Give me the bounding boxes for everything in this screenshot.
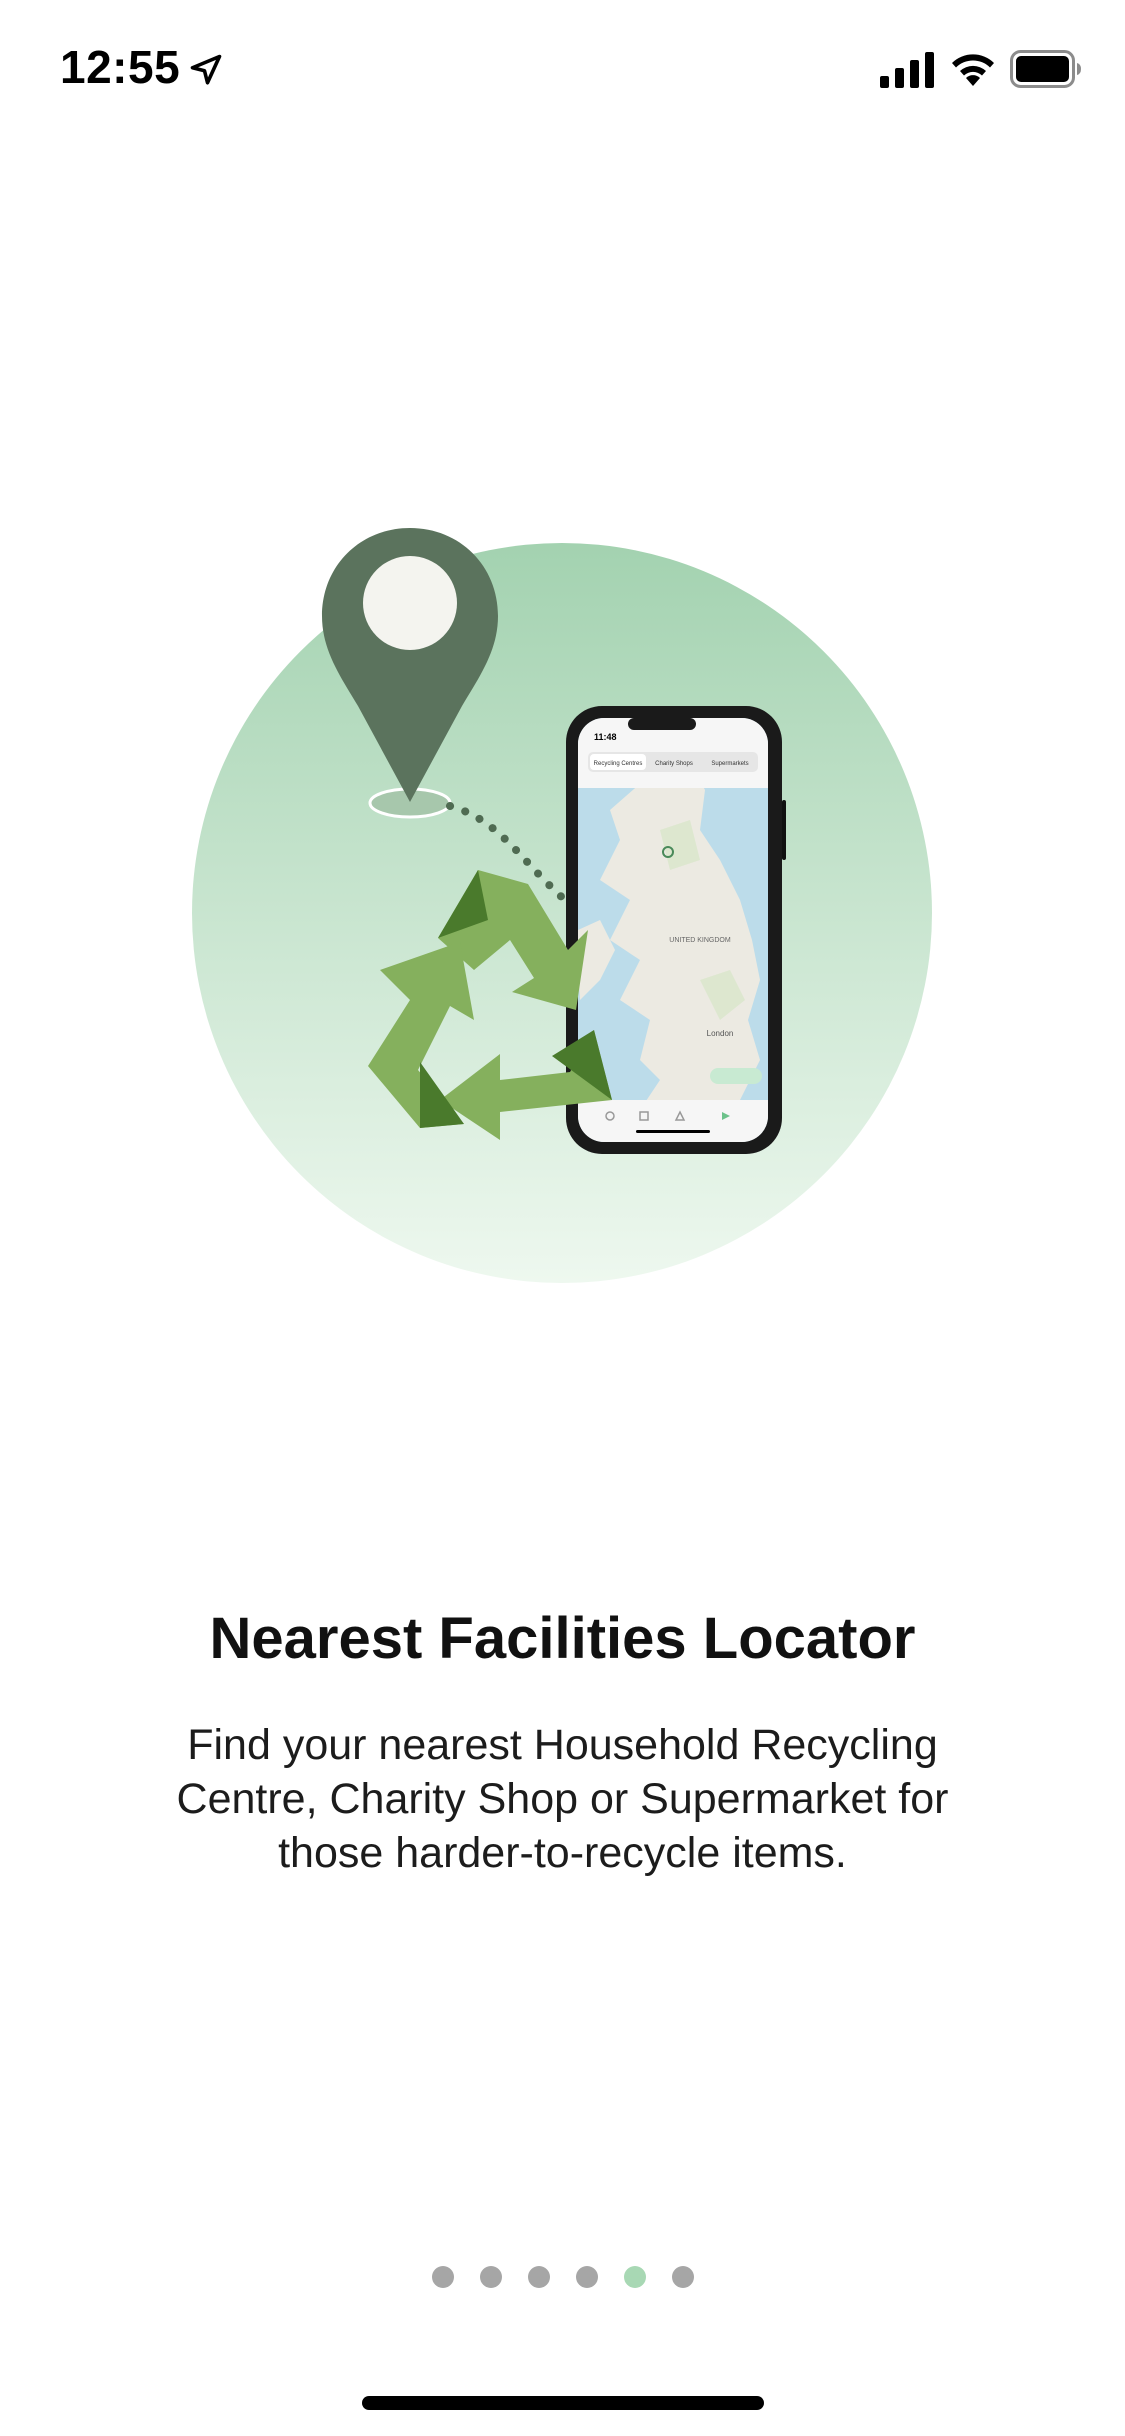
cellular-signal-icon bbox=[880, 52, 934, 88]
page-dot-4[interactable] bbox=[575, 2266, 598, 2288]
home-indicator[interactable] bbox=[362, 2396, 764, 2410]
phone-tab-charity: Charity Shops bbox=[655, 761, 693, 767]
page-dot-2[interactable] bbox=[479, 2266, 502, 2288]
location-arrow-icon bbox=[190, 54, 222, 85]
page-description: Find your nearest Household Recycling Ce… bbox=[176, 1721, 949, 1877]
page-title: Nearest Facilities Locator bbox=[209, 1606, 916, 1671]
phone-tab-supermarkets: Supermarkets bbox=[711, 761, 748, 767]
phone-tab-recycling: Recycling Centres bbox=[594, 761, 643, 767]
background-circle bbox=[192, 543, 932, 1283]
page-indicator[interactable] bbox=[0, 2266, 1125, 2288]
wifi-icon bbox=[952, 54, 994, 86]
page-dot-5-active[interactable] bbox=[623, 2266, 646, 2288]
onboarding-screen: 12:55 11:48 Recycling Centres Charity Sh… bbox=[0, 0, 1125, 2436]
phone-time: 11:48 bbox=[594, 732, 617, 742]
map-label-london: London bbox=[707, 1029, 734, 1038]
map-label-uk: UNITED KINGDOM bbox=[669, 937, 731, 944]
page-dot-6[interactable] bbox=[671, 2266, 694, 2288]
battery-icon bbox=[1010, 50, 1081, 88]
page-dot-1[interactable] bbox=[431, 2266, 454, 2288]
locator-illustration: 11:48 Recycling Centres Charity Shops Su… bbox=[192, 528, 932, 1283]
status-time: 12:55 bbox=[60, 41, 181, 93]
page-dot-3[interactable] bbox=[527, 2266, 550, 2288]
status-bar: 12:55 bbox=[0, 0, 1125, 140]
